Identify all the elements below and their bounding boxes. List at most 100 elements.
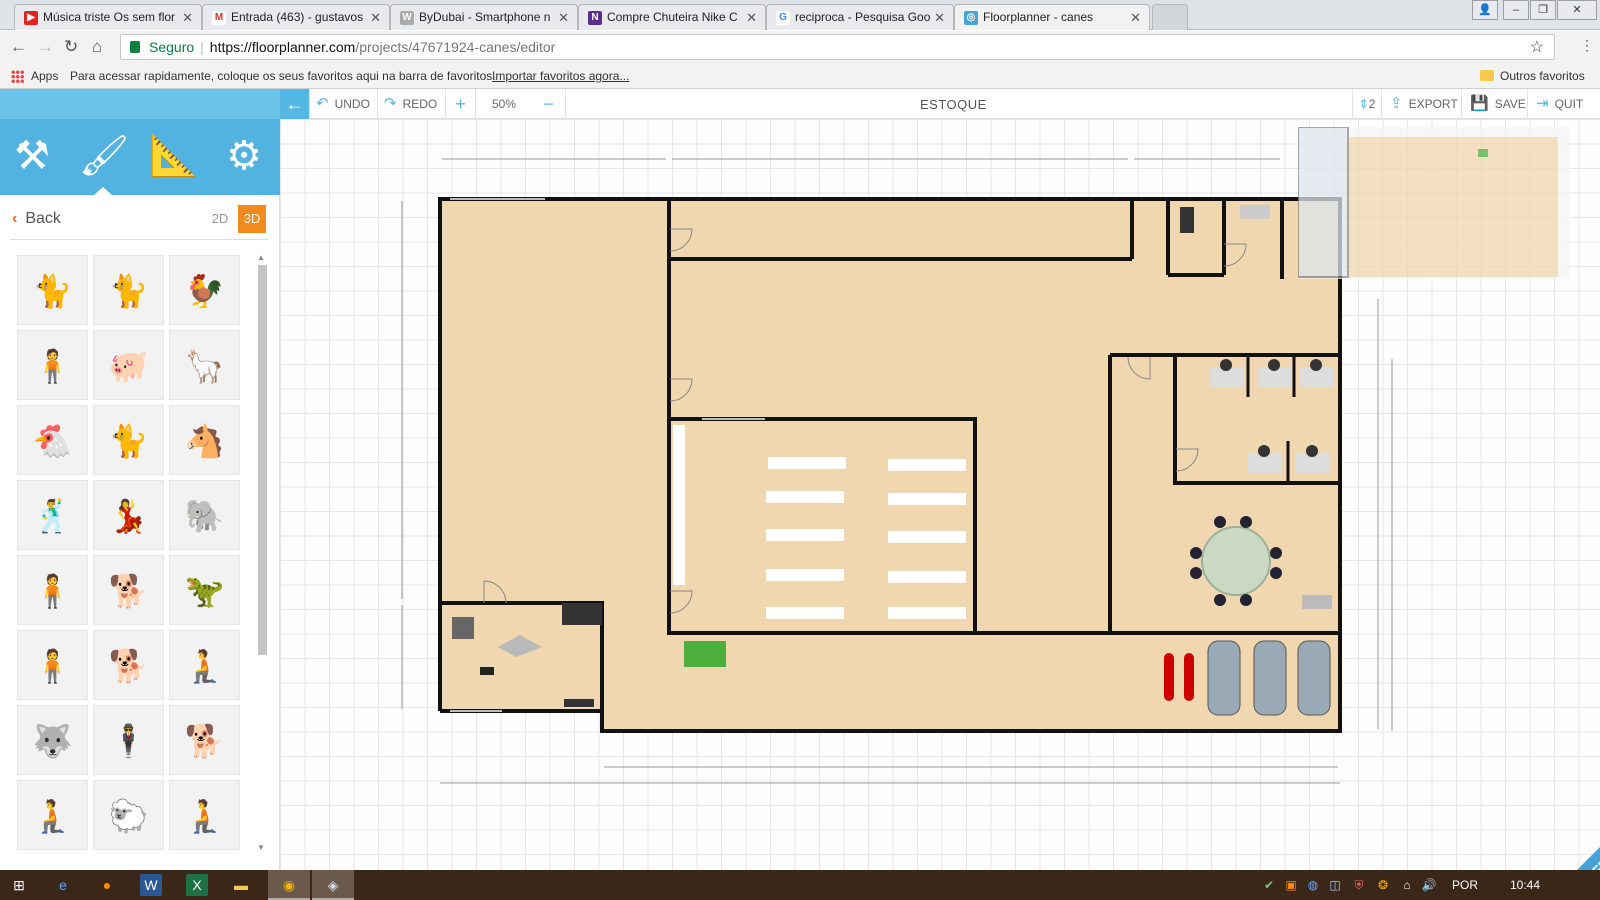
sink[interactable] <box>1240 205 1270 219</box>
minimap[interactable] <box>1298 127 1570 279</box>
reload-icon[interactable]: ↻ <box>64 37 78 57</box>
profile-icon[interactable]: 👤 <box>1472 0 1498 20</box>
tray-icon[interactable]: ❂ <box>1372 874 1394 896</box>
network-icon[interactable]: ⌂ <box>1396 874 1418 896</box>
apps-icon[interactable] <box>11 70 24 83</box>
volume-icon[interactable]: 🔊 <box>1418 874 1440 896</box>
library-item[interactable]: 🐈 <box>93 405 164 475</box>
library-item[interactable]: 🧎 <box>169 630 240 700</box>
excel-icon[interactable]: X <box>186 874 208 896</box>
library-item[interactable]: 🐕 <box>93 630 164 700</box>
close-window-button[interactable]: ✕ <box>1557 0 1597 20</box>
desk[interactable] <box>452 617 474 639</box>
floorplan-canvas[interactable]: FEEDBACK <box>280 119 1600 870</box>
library-item[interactable]: 🧎 <box>17 780 88 850</box>
bookmark-star-icon[interactable]: ☆ <box>1530 37 1544 57</box>
library-item[interactable]: 🐔 <box>17 405 88 475</box>
library-item[interactable]: 🕺 <box>17 480 88 550</box>
restore-button[interactable]: ❐ <box>1530 0 1556 20</box>
feedback-tab[interactable]: FEEDBACK <box>1530 777 1600 870</box>
close-tab-icon[interactable]: ✕ <box>370 10 381 26</box>
library-item[interactable]: 🕴 <box>93 705 164 775</box>
green-sofa[interactable] <box>684 641 726 667</box>
tab-netshoes[interactable]: N Compre Chuteira Nike C ✕ <box>578 4 766 30</box>
menu-icon[interactable]: ⋮ <box>1580 37 1594 54</box>
close-tab-icon[interactable]: ✕ <box>746 10 757 26</box>
undo-button[interactable]: ↶ UNDO <box>310 89 378 119</box>
back-button[interactable]: ‹ Back <box>12 210 61 228</box>
close-tab-icon[interactable]: ✕ <box>934 10 945 26</box>
library-item[interactable]: 💃 <box>93 480 164 550</box>
library-item[interactable]: 🐴 <box>169 405 240 475</box>
file-explorer-icon[interactable]: ▬ <box>230 874 252 896</box>
library-item[interactable]: 🧎 <box>169 780 240 850</box>
figure[interactable] <box>1180 207 1194 233</box>
paintbrush-icon[interactable]: 🖌 <box>78 131 130 181</box>
quit-button[interactable]: ⇥ QUIT <box>1528 89 1600 119</box>
library-item[interactable]: 🐓 <box>169 255 240 325</box>
floor-selector[interactable]: ⇕2 <box>1352 89 1382 119</box>
tray-icon[interactable]: ✔ <box>1258 874 1280 896</box>
library-item[interactable]: 🐈 <box>17 255 88 325</box>
close-tab-icon[interactable]: ✕ <box>1130 10 1141 26</box>
clock[interactable]: 10:44 <box>1510 878 1540 892</box>
forward-arrow-icon[interactable]: → <box>37 37 54 57</box>
input-language[interactable]: POR <box>1452 878 1478 892</box>
collapse-sidebar-button[interactable]: ← <box>280 89 310 119</box>
other-bookmarks-link[interactable]: Outros favoritos <box>1500 69 1585 83</box>
library-item[interactable]: 🐈 <box>93 255 164 325</box>
cars[interactable] <box>1207 640 1331 716</box>
apps-link[interactable]: Apps <box>31 69 58 83</box>
minimize-button[interactable]: – <box>1503 0 1529 20</box>
build-tools-icon[interactable]: ⚒ <box>6 131 58 181</box>
library-item[interactable]: 🦖 <box>169 555 240 625</box>
measure-icon[interactable]: 📐 <box>148 131 200 181</box>
tab-google[interactable]: G reciproca - Pesquisa Goo ✕ <box>766 4 954 30</box>
library-item[interactable]: 🐺 <box>17 705 88 775</box>
scrollbar-thumb[interactable] <box>258 265 267 655</box>
tray-icon[interactable]: ▣ <box>1280 874 1302 896</box>
close-tab-icon[interactable]: ✕ <box>558 10 569 26</box>
tab-floorplanner[interactable]: ◎ Floorplanner - canes ✕ <box>954 4 1150 30</box>
tray-icon[interactable]: ◍ <box>1302 874 1324 896</box>
library-item[interactable]: 🐘 <box>169 480 240 550</box>
chrome-taskbar-button[interactable]: ◉ <box>268 870 310 900</box>
library-item[interactable]: 🧍 <box>17 330 88 400</box>
import-bookmarks-link[interactable]: Importar favoritos agora... <box>492 69 629 83</box>
zoom-out-button[interactable]: − <box>532 89 566 119</box>
pet[interactable] <box>480 667 494 675</box>
tab-bydubai[interactable]: W ByDubai - Smartphone n ✕ <box>390 4 578 30</box>
firefox-icon[interactable]: ● <box>96 874 118 896</box>
black-sofa[interactable] <box>562 603 602 625</box>
internet-explorer-icon[interactable]: e <box>52 874 74 896</box>
library-item[interactable]: 🦙 <box>169 330 240 400</box>
library-scrollbar[interactable]: ▲ ▼ <box>256 253 267 853</box>
settings-gear-icon[interactable]: ⚙ <box>218 131 270 181</box>
shield-icon[interactable]: ⛨ <box>1348 874 1370 896</box>
home-icon[interactable]: ⌂ <box>92 37 102 57</box>
tray-icon[interactable]: ◫ <box>1324 874 1346 896</box>
bench[interactable] <box>564 699 594 707</box>
library-item[interactable]: 🐖 <box>93 330 164 400</box>
back-arrow-icon[interactable]: ← <box>10 37 27 57</box>
view-2d-toggle[interactable]: 2D <box>206 205 234 233</box>
library-item[interactable]: 🧍 <box>17 555 88 625</box>
export-button[interactable]: ⇪ EXPORT <box>1382 89 1462 119</box>
close-tab-icon[interactable]: ✕ <box>182 10 193 26</box>
save-button[interactable]: 💾 SAVE <box>1462 89 1528 119</box>
library-item[interactable]: 🐑 <box>93 780 164 850</box>
meeting-table[interactable] <box>1201 526 1271 596</box>
windows-start-icon[interactable]: ⊞ <box>8 874 30 896</box>
tab-gmail[interactable]: M Entrada (463) - gustavos ✕ <box>202 4 390 30</box>
library-item[interactable]: 🐕 <box>93 555 164 625</box>
new-tab-button[interactable] <box>1152 4 1188 30</box>
library-item[interactable]: 🐕 <box>169 705 240 775</box>
floor-title[interactable]: ESTOQUE <box>920 97 987 112</box>
word-icon[interactable]: W <box>140 874 162 896</box>
library-item[interactable]: 🧍 <box>17 630 88 700</box>
zoom-in-button[interactable]: + <box>446 89 476 119</box>
tab-youtube[interactable]: ▶ Música triste Os sem flor ✕ <box>14 4 202 30</box>
address-bar[interactable]: Seguro | https://floorplanner.com/projects… <box>120 34 1555 60</box>
redo-button[interactable]: ↷ REDO <box>378 89 446 119</box>
side-table[interactable] <box>1302 595 1332 609</box>
